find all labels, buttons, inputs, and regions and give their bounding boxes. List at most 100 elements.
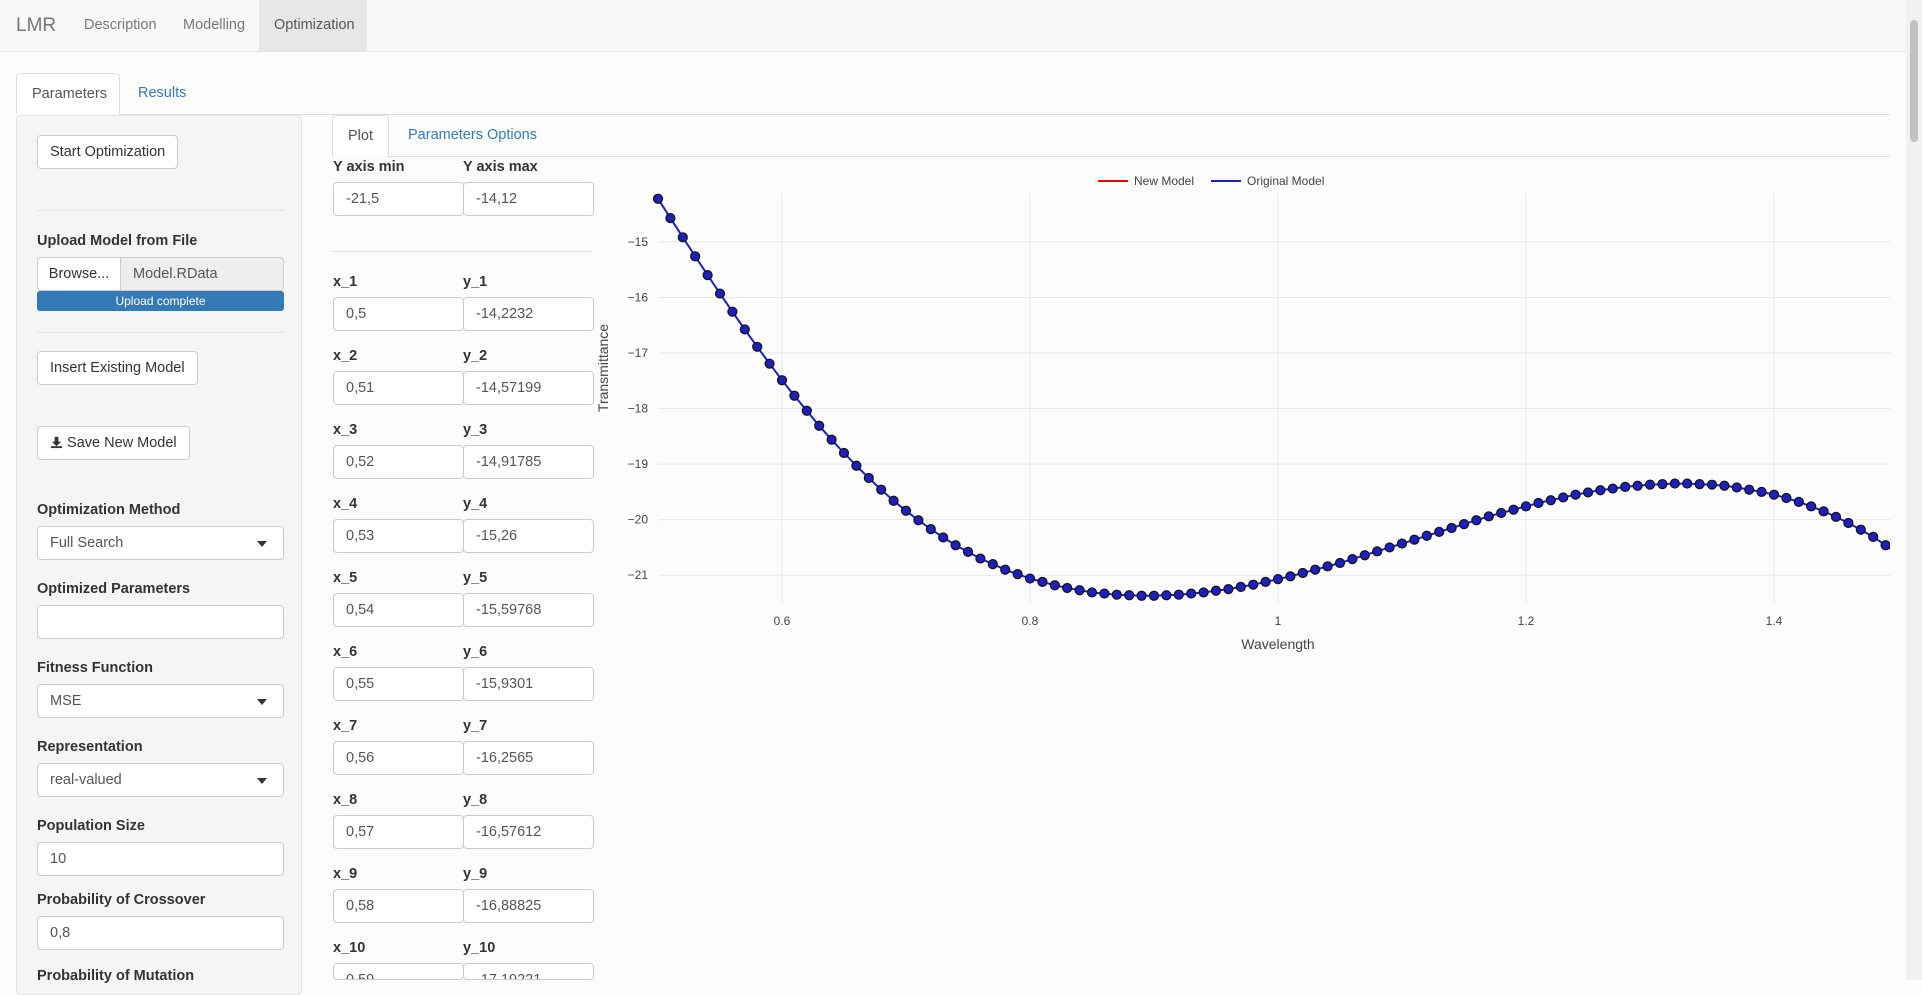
data-point[interactable] bbox=[1682, 478, 1693, 489]
data-point[interactable] bbox=[1620, 481, 1631, 492]
start-optimization-button[interactable]: Start Optimization bbox=[37, 135, 179, 169]
data-point[interactable] bbox=[1322, 561, 1333, 572]
data-point[interactable] bbox=[1148, 590, 1160, 601]
data-point[interactable] bbox=[1086, 587, 1098, 598]
data-point[interactable] bbox=[1446, 522, 1457, 534]
data-point[interactable] bbox=[1359, 550, 1370, 561]
data-point[interactable] bbox=[1235, 581, 1246, 592]
optimization-method-select[interactable]: Full Search bbox=[37, 526, 284, 560]
y-input[interactable]: -14,91785 bbox=[463, 445, 594, 479]
data-point[interactable] bbox=[652, 193, 664, 204]
y-input[interactable]: -14,57199 bbox=[463, 371, 594, 405]
data-point[interactable] bbox=[727, 306, 738, 317]
x-input[interactable]: 0,54 bbox=[333, 593, 464, 627]
data-point[interactable] bbox=[677, 232, 688, 243]
data-point[interactable] bbox=[1409, 534, 1420, 545]
tab-parameters[interactable]: Parameters bbox=[16, 73, 120, 115]
optimized-parameters-input[interactable] bbox=[37, 605, 284, 639]
y-input[interactable]: -15,9301 bbox=[463, 667, 594, 701]
data-point[interactable] bbox=[1558, 492, 1569, 503]
data-point[interactable] bbox=[789, 390, 800, 401]
x-input[interactable]: 0,5 bbox=[333, 297, 464, 331]
data-point[interactable] bbox=[1124, 590, 1135, 601]
x-input[interactable]: 0,59 bbox=[333, 963, 464, 980]
data-point[interactable] bbox=[1012, 569, 1023, 580]
data-point[interactable] bbox=[1508, 504, 1519, 515]
y-axis-max-input[interactable]: -14,12 bbox=[463, 182, 594, 216]
data-point[interactable] bbox=[1533, 497, 1544, 509]
data-point[interactable] bbox=[1719, 480, 1730, 491]
y-input[interactable]: -15,26 bbox=[463, 519, 594, 553]
data-point[interactable] bbox=[1855, 524, 1866, 535]
data-point[interactable] bbox=[1496, 507, 1507, 519]
data-point[interactable] bbox=[1384, 542, 1395, 553]
data-point[interactable] bbox=[938, 532, 949, 543]
data-point[interactable] bbox=[690, 251, 701, 262]
data-point[interactable] bbox=[752, 341, 763, 352]
data-point[interactable] bbox=[1136, 590, 1147, 601]
data-point[interactable] bbox=[1347, 554, 1358, 565]
nav-optimization[interactable]: Optimization bbox=[259, 0, 367, 51]
data-point[interactable] bbox=[975, 553, 986, 564]
data-point[interactable] bbox=[1793, 496, 1804, 507]
data-point[interactable] bbox=[1173, 589, 1184, 600]
y-input[interactable]: -15,59768 bbox=[463, 593, 594, 627]
data-point[interactable] bbox=[851, 460, 862, 471]
data-point[interactable] bbox=[1000, 564, 1011, 575]
data-point[interactable] bbox=[1607, 483, 1618, 494]
x-input[interactable]: 0,52 bbox=[333, 445, 464, 479]
y-input[interactable]: -16,88825 bbox=[463, 889, 594, 923]
data-point[interactable] bbox=[814, 420, 825, 431]
data-point[interactable] bbox=[1458, 519, 1470, 530]
nav-modelling[interactable]: Modelling bbox=[168, 0, 260, 51]
data-point[interactable] bbox=[1396, 538, 1408, 549]
data-point[interactable] bbox=[776, 375, 788, 386]
data-point[interactable] bbox=[876, 484, 887, 495]
data-point[interactable] bbox=[1471, 515, 1482, 526]
data-point[interactable] bbox=[1260, 576, 1271, 587]
data-point[interactable] bbox=[665, 213, 676, 224]
data-point[interactable] bbox=[863, 472, 874, 484]
y-input[interactable]: -16,2565 bbox=[463, 741, 594, 775]
data-point[interactable] bbox=[838, 447, 850, 459]
data-point[interactable] bbox=[702, 269, 713, 281]
x-input[interactable]: 0,56 bbox=[333, 741, 464, 775]
tab-results[interactable]: Results bbox=[123, 73, 201, 114]
data-point[interactable] bbox=[913, 515, 924, 526]
data-point[interactable] bbox=[1806, 501, 1817, 512]
insert-existing-model-button[interactable]: Insert Existing Model bbox=[37, 351, 198, 385]
data-point[interactable] bbox=[1843, 517, 1854, 529]
data-point[interactable] bbox=[1880, 540, 1890, 551]
data-point[interactable] bbox=[801, 405, 812, 416]
data-point[interactable] bbox=[1868, 531, 1879, 542]
y-axis-min-input[interactable]: -21,5 bbox=[333, 182, 464, 216]
data-point[interactable] bbox=[739, 324, 750, 335]
page-scrollbar[interactable] bbox=[1906, 0, 1922, 980]
data-point[interactable] bbox=[925, 524, 936, 535]
data-point[interactable] bbox=[1483, 511, 1494, 522]
data-point[interactable] bbox=[1272, 574, 1284, 585]
fitness-function-select[interactable]: MSE bbox=[37, 684, 284, 718]
y-input[interactable]: -16,57612 bbox=[463, 815, 594, 849]
data-point[interactable] bbox=[1099, 588, 1110, 599]
y-input[interactable]: -17,19221 bbox=[463, 963, 594, 980]
legend-label-original-model[interactable]: Original Model bbox=[1247, 174, 1324, 188]
nav-description[interactable]: Description bbox=[69, 0, 172, 51]
data-point[interactable] bbox=[1595, 485, 1606, 496]
y-input[interactable]: -14,2232 bbox=[463, 297, 594, 331]
data-point[interactable] bbox=[1731, 482, 1742, 493]
data-point[interactable] bbox=[900, 505, 912, 516]
data-point[interactable] bbox=[1161, 590, 1172, 601]
data-point[interactable] bbox=[1644, 479, 1656, 490]
data-point[interactable] bbox=[1706, 479, 1718, 490]
x-input[interactable]: 0,53 bbox=[333, 519, 464, 553]
data-point[interactable] bbox=[1198, 587, 1209, 598]
save-new-model-button[interactable]: Save New Model bbox=[37, 426, 190, 460]
data-point[interactable] bbox=[1818, 506, 1829, 517]
x-input[interactable]: 0,58 bbox=[333, 889, 464, 923]
data-point[interactable] bbox=[1756, 486, 1767, 497]
data-point[interactable] bbox=[962, 546, 974, 557]
data-point[interactable] bbox=[1037, 576, 1048, 587]
data-point[interactable] bbox=[1372, 546, 1383, 557]
data-point[interactable] bbox=[1111, 589, 1122, 600]
